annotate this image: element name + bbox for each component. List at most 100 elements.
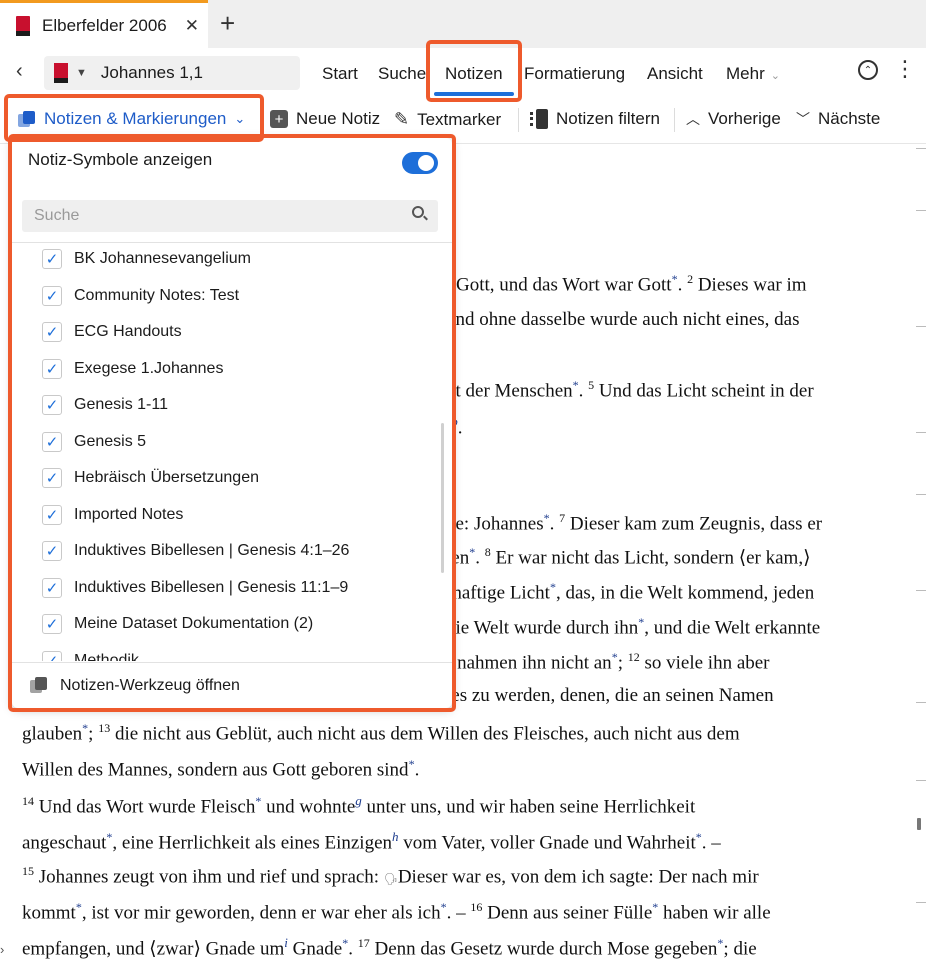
text-scrollbar[interactable] <box>912 145 926 979</box>
margin-tick <box>916 210 926 211</box>
menu-suche[interactable]: Suche <box>378 64 426 84</box>
highlighter-button[interactable]: ✎ Textmarker <box>394 109 501 130</box>
previous-button[interactable]: ︿ Vorherige <box>686 109 781 129</box>
notes-icon <box>18 110 36 128</box>
notes-markings-dropdown: Notiz-Symbole anzeigen ✓BK Johannesevang… <box>12 138 452 708</box>
filter-notes-label: Notizen filtern <box>556 109 660 128</box>
menu-mehr-label: Mehr <box>726 64 765 83</box>
checkbox[interactable]: ✓ <box>42 359 62 379</box>
tab-elberfelder[interactable]: Elberfelder 2006 ✕ <box>0 0 208 48</box>
checkbox[interactable]: ✓ <box>42 505 62 525</box>
open-notes-tool-button[interactable]: Notizen-Werkzeug öffnen <box>12 662 452 708</box>
text-line: ht der Menschen*. 5 Und das Licht schein… <box>446 378 814 402</box>
next-label: Nächste <box>818 109 881 128</box>
text-line: i Gott, und das Wort war Gott*. 2 Dieses… <box>446 272 807 296</box>
notebook-item[interactable]: ✓ Genesis 1-11 <box>42 395 168 415</box>
previous-label: Vorherige <box>708 109 781 128</box>
text-line: und ohne dasselbe wurde auch nicht eines… <box>446 309 800 330</box>
highlighter-icon: ✎ <box>394 109 410 129</box>
new-note-icon: + <box>270 110 288 128</box>
menu-mehr[interactable]: Mehr ⌄ <box>726 64 780 84</box>
filter-notes-button[interactable]: Notizen filtern <box>530 109 660 129</box>
margin-tick <box>916 902 926 903</box>
menu-start[interactable]: Start <box>322 64 358 84</box>
divider <box>518 108 519 132</box>
checkbox[interactable]: ✓ <box>42 249 62 269</box>
notebook-item[interactable]: ✓ ECG Handouts <box>42 322 182 342</box>
margin-tick <box>916 326 926 327</box>
menu-ansicht[interactable]: Ansicht <box>647 64 703 84</box>
notebook-item[interactable]: ✓ Genesis 5 <box>42 432 146 452</box>
notebook-item[interactable]: ✓ Induktives Bibellesen | Genesis 11:1–9 <box>42 578 348 598</box>
text-line: 14 Und das Wort wurde Fleisch* und wohnt… <box>22 793 696 818</box>
close-icon[interactable]: ✕ <box>185 16 199 36</box>
chevron-down-icon: ⌄ <box>234 111 246 126</box>
show-note-symbols-toggle[interactable] <box>402 152 438 174</box>
search-icon[interactable] <box>412 206 424 218</box>
notebook-item[interactable]: ✓ BK Johannesevangelium <box>42 249 251 269</box>
back-icon[interactable]: ‹ <box>16 60 23 83</box>
notes-markings-button[interactable]: Notizen & Markierungen ⌄ <box>18 109 245 129</box>
notebook-item[interactable]: ✓ Hebräisch Übersetzungen <box>42 468 259 488</box>
checkbox[interactable]: ✓ <box>42 651 62 661</box>
highlighter-label: Textmarker <box>417 109 502 129</box>
chevron-down-icon: ⌄ <box>770 70 780 82</box>
notebook-item[interactable]: ✓ Exegese 1.Johannes <box>42 359 223 379</box>
checkbox[interactable]: ✓ <box>42 614 62 634</box>
margin-tick <box>916 148 926 149</box>
notebook-item[interactable]: ✓ Meine Dataset Dokumentation (2) <box>42 614 313 634</box>
chevron-down-icon[interactable]: ▼ <box>76 67 87 79</box>
text-line: ne: Johannes*. 7 Dieser kam zum Zeugnis,… <box>446 511 823 535</box>
text-line: angeschaut*, eine Herrlichkeit als eines… <box>22 829 721 854</box>
notes-icon <box>30 677 48 694</box>
chevron-down-icon: ﹀ <box>796 111 810 127</box>
checkbox[interactable]: ✓ <box>42 322 62 342</box>
notebook-item[interactable]: ✓ Community Notes: Test <box>42 286 239 306</box>
reference-input[interactable]: Johannes 1,1 <box>101 63 203 83</box>
checkbox[interactable]: ✓ <box>42 468 62 488</box>
text-line: ten*. 8 Er war nicht das Licht, sondern … <box>446 545 811 569</box>
checkbox[interactable]: ✓ <box>42 578 62 598</box>
text-line: rhaftige Licht*, das, in die Welt kommen… <box>446 580 815 604</box>
menu-notizen[interactable]: Notizen <box>445 64 503 84</box>
notebook-list[interactable]: ✓ BK Johannesevangelium ✓ Community Notes:… <box>12 243 452 661</box>
notebook-item[interactable]: ✓Methodik <box>42 651 139 661</box>
divider <box>262 108 263 132</box>
notebook-item[interactable]: ✓ Induktives Bibellesen | Genesis 4:1–26 <box>42 541 349 561</box>
bible-icon <box>54 63 68 83</box>
new-note-label: Neue Notiz <box>296 109 381 128</box>
divider <box>674 108 675 132</box>
new-note-button[interactable]: + Neue Notiz <box>270 109 380 129</box>
tab-strip: Elberfelder 2006 ✕ + <box>0 0 926 48</box>
list-scrollbar[interactable] <box>441 423 444 573</box>
notebook-item[interactable]: ✓ Imported Notes <box>42 505 183 525</box>
margin-tick <box>916 780 926 781</box>
bible-icon <box>16 15 30 36</box>
margin-tick <box>916 494 926 495</box>
more-options-icon[interactable]: ⋮ <box>894 58 916 80</box>
text-line: tes zu werden, denen, die an seinen Name… <box>446 685 774 706</box>
scroll-position-marker[interactable] <box>917 818 921 830</box>
checkbox[interactable]: ✓ <box>42 432 62 452</box>
filter-icon <box>530 109 548 129</box>
text-line: glauben*; 13 die nicht aus Geblüt, auch … <box>22 721 740 745</box>
notes-search-input[interactable] <box>22 200 438 232</box>
speech-marker-icon: 🗣 <box>383 873 398 886</box>
add-tab-icon[interactable]: + <box>220 10 235 36</box>
checkbox[interactable]: ✓ <box>42 541 62 561</box>
nav-bar: ‹ ▼ Johannes 1,1 Start Suche Notizen For… <box>0 48 926 96</box>
notes-markings-label: Notizen & Markierungen <box>44 109 227 128</box>
expand-panel-icon[interactable]: › <box>0 942 4 957</box>
text-line: 15 Johannes zeugt von ihm und rief und s… <box>22 864 759 888</box>
menu-formatierung[interactable]: Formatierung <box>524 64 625 84</box>
checkbox[interactable]: ✓ <box>42 395 62 415</box>
text-line: Willen des Mannes, sondern aus Gott gebo… <box>22 757 420 781</box>
checkbox[interactable]: ✓ <box>42 286 62 306</box>
margin-tick <box>916 590 926 591</box>
margin-tick <box>916 432 926 433</box>
text-line: kommt*, ist vor mir geworden, denn er wa… <box>22 900 771 924</box>
collapse-ribbon-icon[interactable]: ⌃ <box>858 60 878 80</box>
next-button[interactable]: ﹀ Nächste <box>796 109 880 129</box>
text-line: f nahmen ihn nicht an*; 12 so viele ihn … <box>446 650 770 674</box>
reference-box[interactable]: ▼ Johannes 1,1 <box>44 56 300 90</box>
